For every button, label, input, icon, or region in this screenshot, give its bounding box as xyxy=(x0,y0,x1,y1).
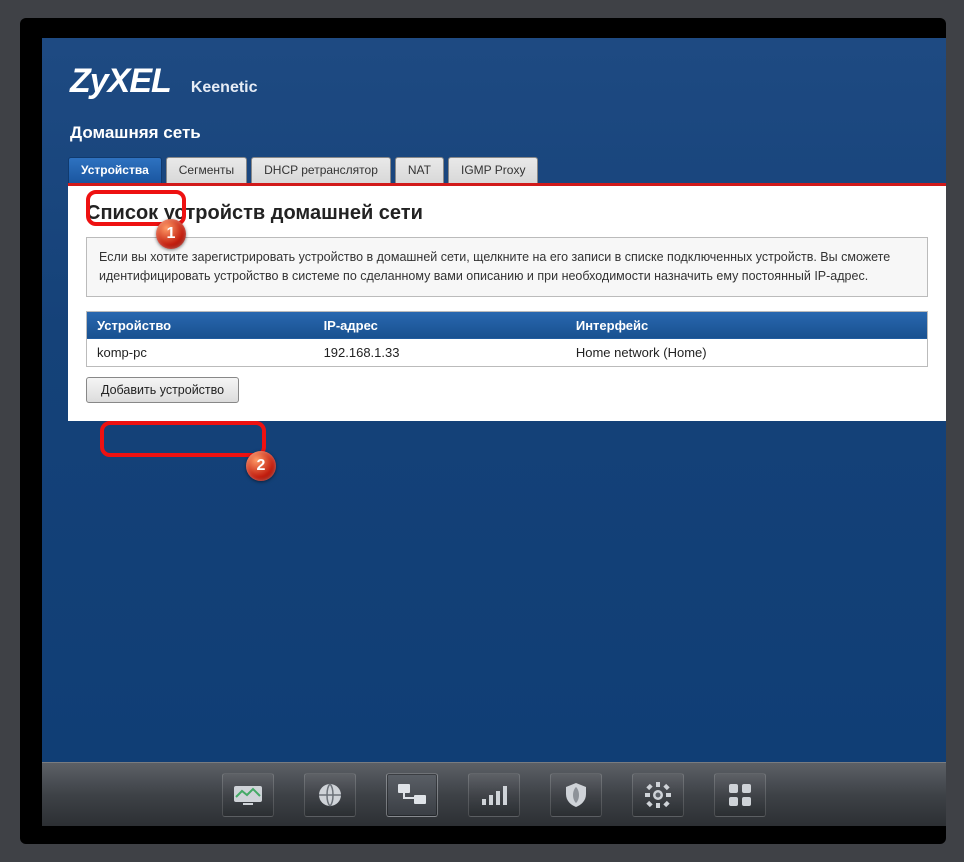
cell-iface: Home network (Home) xyxy=(566,339,928,367)
tab-igmp-proxy[interactable]: IGMP Proxy xyxy=(448,157,538,183)
nav-network-icon[interactable] xyxy=(386,773,438,817)
hint-box: Если вы хотите зарегистрировать устройст… xyxy=(86,237,928,297)
th-iface: Интерфейс xyxy=(566,311,928,339)
nav-globe-icon[interactable] xyxy=(304,773,356,817)
nav-wifi-icon[interactable] xyxy=(468,773,520,817)
devices-table: Устройство IP-адрес Интерфейс komp-pc 19… xyxy=(86,311,928,367)
brand-logo: ZyXEL xyxy=(70,62,171,101)
bottom-nav xyxy=(42,762,946,826)
cell-device: komp-pc xyxy=(87,339,314,367)
tab-nat[interactable]: NAT xyxy=(395,157,444,183)
brand-row: ZyXEL Keenetic xyxy=(42,38,946,107)
brand-product: Keenetic xyxy=(191,79,258,97)
nav-monitor-icon[interactable] xyxy=(222,773,274,817)
th-ip: IP-адрес xyxy=(314,311,566,339)
tab-bar: Устройства Сегменты DHCP ретранслятор NA… xyxy=(68,157,946,183)
section-heading: Список устройств домашней сети xyxy=(86,202,928,225)
content-area: Список устройств домашней сети Если вы х… xyxy=(68,183,946,421)
table-row[interactable]: komp-pc 192.168.1.33 Home network (Home) xyxy=(87,339,928,367)
th-device: Устройство xyxy=(87,311,314,339)
cell-ip: 192.168.1.33 xyxy=(314,339,566,367)
tab-dhcp-relay[interactable]: DHCP ретранслятор xyxy=(251,157,391,183)
nav-shield-icon[interactable] xyxy=(550,773,602,817)
tab-segments[interactable]: Сегменты xyxy=(166,157,247,183)
nav-gear-icon[interactable] xyxy=(632,773,684,817)
nav-apps-icon[interactable] xyxy=(714,773,766,817)
page-title: Домашняя сеть xyxy=(42,107,946,151)
add-device-button[interactable]: Добавить устройство xyxy=(86,377,239,403)
tab-devices[interactable]: Устройства xyxy=(68,157,162,183)
